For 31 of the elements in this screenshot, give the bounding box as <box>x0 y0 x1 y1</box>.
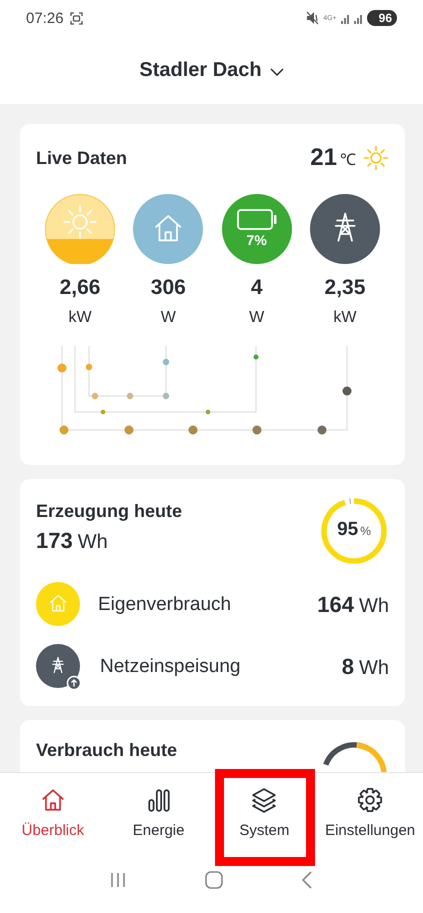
percent-unit: % <box>360 524 371 538</box>
temperature-value: 21 <box>310 144 337 172</box>
energy-value: 173 <box>36 528 73 554</box>
temperature-unit: ℃ <box>340 151 356 170</box>
energy-value: 164 <box>317 592 354 618</box>
nav-tab[interactable]: Energie <box>106 773 212 855</box>
row-label: Eigenverbrauch <box>98 594 232 616</box>
energy-unit: Wh <box>359 657 389 680</box>
card-title: Live Daten <box>36 148 128 168</box>
power-unit: kW <box>68 309 92 327</box>
power-value: 2,35 <box>324 276 366 300</box>
power-value: 306 <box>150 276 186 300</box>
battery-level: 96 <box>366 10 397 26</box>
power-value: 4 <box>250 276 262 300</box>
percent-value: 95 <box>337 519 358 541</box>
energy-unit: Wh <box>359 595 389 618</box>
card-title: Verbrauch heute <box>36 740 178 761</box>
battery-percent: 7% <box>246 232 267 248</box>
power-value: 2,66 <box>60 276 100 300</box>
site-selector[interactable]: Stadler Dach <box>139 58 284 82</box>
energy-value: 8 <box>342 654 354 680</box>
energy-unit: Wh <box>78 531 108 554</box>
card-title: Erzeugung heute <box>36 501 182 522</box>
clock-time: 07:26 <box>26 10 64 26</box>
nav-tab[interactable]: Überblick <box>0 773 106 855</box>
nav-tab[interactable]: System <box>212 773 318 855</box>
power-unit: kW <box>333 309 357 327</box>
row-label: Netzeinspeisung <box>100 656 242 678</box>
nav-tab[interactable]: Einstellungen <box>317 773 423 855</box>
power-unit: W <box>160 309 176 327</box>
power-unit: W <box>249 309 264 327</box>
